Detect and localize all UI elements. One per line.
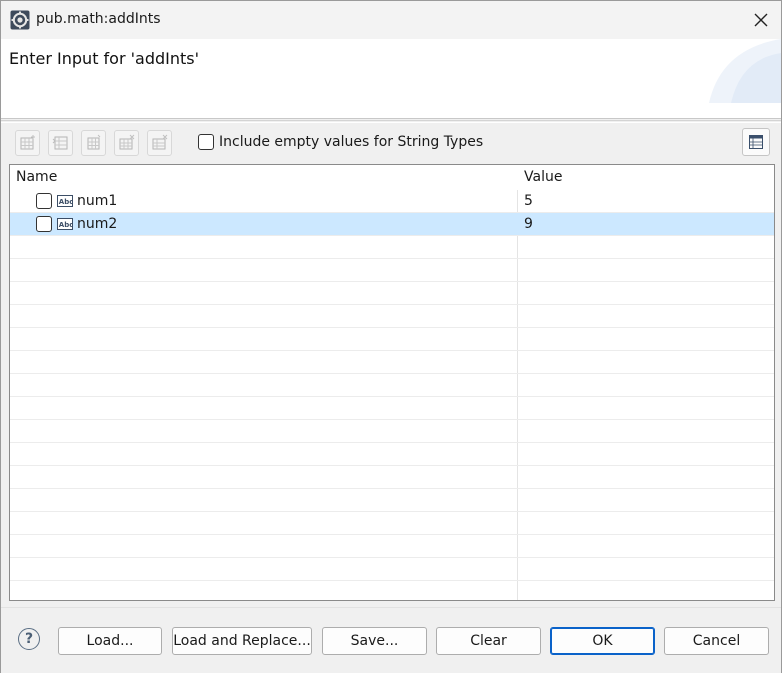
- duplicate-row-button[interactable]: [81, 130, 106, 156]
- banner-decoration-icon: [709, 39, 781, 103]
- table-view-button[interactable]: [742, 128, 770, 156]
- row-checkbox[interactable]: [36, 193, 52, 209]
- empty-table-row: [10, 282, 774, 305]
- delete-all-rows-button[interactable]: [147, 130, 172, 156]
- empty-table-row: [10, 558, 774, 581]
- table-row[interactable]: Abc num2 9: [10, 213, 774, 236]
- insert-row-button[interactable]: [48, 130, 73, 156]
- insert-row-icon: [52, 136, 67, 150]
- row-value[interactable]: 9: [524, 216, 533, 232]
- row-name: num1: [77, 193, 118, 209]
- add-row-button[interactable]: [15, 130, 40, 156]
- empty-table-row: [10, 236, 774, 259]
- delete-row-button[interactable]: [114, 130, 139, 156]
- svg-text:Abc: Abc: [59, 198, 73, 206]
- row-value[interactable]: 5: [524, 193, 533, 209]
- save-button[interactable]: Save...: [322, 627, 427, 655]
- empty-table-row: [10, 512, 774, 535]
- empty-table-row: [10, 397, 774, 420]
- clear-button[interactable]: Clear: [436, 627, 541, 655]
- header-banner: Enter Input for 'addInts': [1, 39, 781, 119]
- load-button[interactable]: Load...: [58, 627, 162, 655]
- window-title: pub.math:addInts: [36, 11, 161, 27]
- row-name: num2: [77, 216, 118, 232]
- table-header: Name Value: [10, 165, 774, 190]
- table-view-icon: [749, 135, 763, 149]
- empty-table-row: [10, 259, 774, 282]
- app-gear-icon: [10, 10, 30, 30]
- help-icon: ?: [24, 631, 34, 647]
- header-separator: [1, 120, 781, 123]
- toolbar: Include empty values for String Types: [1, 125, 781, 163]
- empty-table-row: [10, 443, 774, 466]
- empty-table-row: [10, 374, 774, 397]
- table-row[interactable]: Abc num1 5: [10, 190, 774, 213]
- empty-table-row: [10, 351, 774, 374]
- help-button[interactable]: ?: [18, 628, 40, 650]
- close-button[interactable]: [746, 5, 776, 35]
- include-empty-checkbox-box[interactable]: [198, 134, 214, 150]
- empty-table-row: [10, 420, 774, 443]
- column-header-name[interactable]: Name: [16, 169, 57, 185]
- ok-button[interactable]: OK: [550, 627, 655, 655]
- close-icon: [754, 13, 768, 27]
- include-empty-label: Include empty values for String Types: [219, 134, 484, 150]
- empty-table-row: [10, 305, 774, 328]
- column-header-value[interactable]: Value: [524, 169, 562, 185]
- empty-table-row: [10, 581, 774, 600]
- include-empty-values-checkbox[interactable]: Include empty values for String Types: [198, 134, 483, 150]
- input-dialog: pub.math:addInts Enter Input for 'addInt…: [0, 0, 782, 673]
- title-bar: pub.math:addInts: [1, 1, 781, 39]
- button-bar: ? Load... Load and Replace... Save... Cl…: [1, 607, 781, 673]
- delete-row-icon: [119, 134, 134, 150]
- load-and-replace-button[interactable]: Load and Replace...: [172, 627, 312, 655]
- empty-table-row: [10, 466, 774, 489]
- empty-table-row: [10, 535, 774, 558]
- empty-table-row: [10, 328, 774, 351]
- add-row-icon: [20, 135, 35, 150]
- string-type-icon: Abc: [57, 195, 73, 207]
- delete-all-rows-icon: [152, 134, 167, 150]
- string-type-icon: Abc: [57, 218, 73, 230]
- input-table: Name Value Abc num1 5 Abc num2 9: [9, 164, 775, 601]
- page-title: Enter Input for 'addInts': [9, 49, 200, 68]
- svg-text:Abc: Abc: [59, 221, 73, 229]
- row-checkbox[interactable]: [36, 216, 52, 232]
- cancel-button[interactable]: Cancel: [664, 627, 769, 655]
- duplicate-row-icon: [87, 134, 100, 150]
- empty-table-row: [10, 489, 774, 512]
